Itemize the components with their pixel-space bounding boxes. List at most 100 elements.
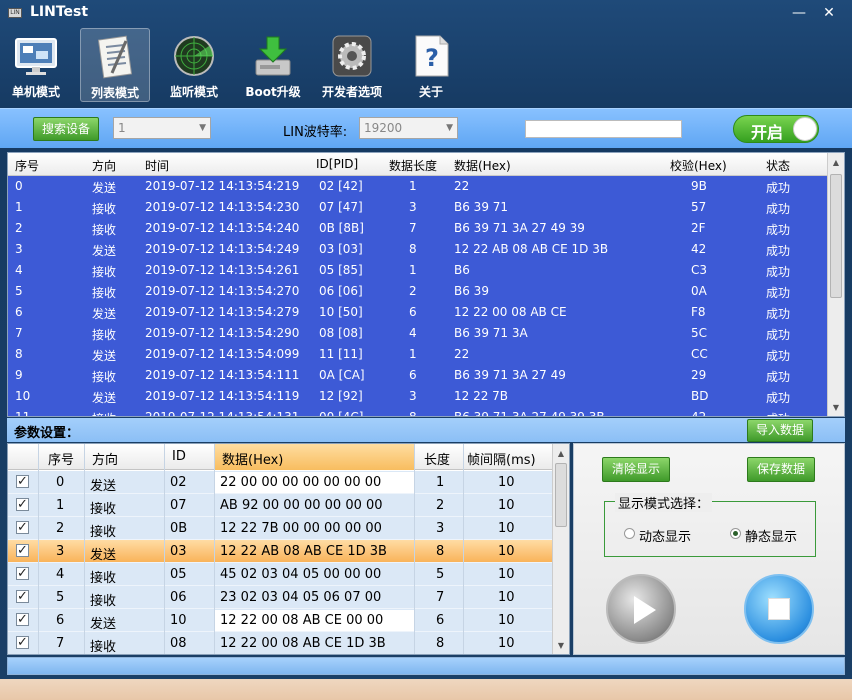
param-row[interactable]: ✓ 6 发送 10 12 22 00 08 AB CE 00 00 6 10 xyxy=(8,609,553,632)
log-row[interactable]: 6 发送 2019-07-12 14:13:54:279 10 [50] 6 12 22 … xyxy=(8,302,828,323)
param-cell-interval[interactable]: 10 xyxy=(498,613,515,628)
save-data-button[interactable]: 保存数据 xyxy=(747,457,815,482)
param-cell-idx[interactable]: 5 xyxy=(56,590,64,605)
param-cell-len[interactable]: 8 xyxy=(436,544,444,559)
param-cell-len[interactable]: 6 xyxy=(436,613,444,628)
param-cell-id[interactable]: 05 xyxy=(170,567,187,582)
minimize-button[interactable]: — xyxy=(788,3,810,23)
param-cell-idx[interactable]: 6 xyxy=(56,613,64,628)
toolbar-developer-options[interactable]: 开发者选项 xyxy=(318,28,386,102)
param-cell-data[interactable]: 45 02 03 04 05 00 00 00 xyxy=(220,567,381,582)
param-cell-interval[interactable]: 10 xyxy=(498,475,515,490)
toolbar-single-mode[interactable]: 单机模式 xyxy=(4,28,68,102)
scroll-up-icon[interactable]: ▲ xyxy=(828,155,844,171)
param-cell-id[interactable]: 03 xyxy=(170,544,187,559)
row-checkbox[interactable]: ✓ xyxy=(16,636,29,649)
param-cell-data[interactable]: 12 22 7B 00 00 00 00 00 xyxy=(220,521,382,536)
param-cell-data[interactable]: 12 22 AB 08 AB CE 1D 3B xyxy=(220,544,387,559)
row-checkbox[interactable]: ✓ xyxy=(16,544,29,557)
row-checkbox[interactable]: ✓ xyxy=(16,475,29,488)
param-row[interactable]: ✓ 4 接收 05 45 02 03 04 05 00 00 00 5 10 xyxy=(8,563,553,586)
baud-rate-select[interactable]: 19200 ▼ xyxy=(359,117,458,139)
param-cell-len[interactable]: 1 xyxy=(436,475,444,490)
param-cell-id[interactable]: 07 xyxy=(170,498,187,513)
scroll-down-icon[interactable]: ▼ xyxy=(828,400,844,416)
column-header[interactable]: 时间 xyxy=(145,157,169,174)
scroll-thumb[interactable] xyxy=(830,174,842,298)
row-checkbox[interactable]: ✓ xyxy=(16,590,29,603)
param-row[interactable]: ✓ 2 接收 0B 12 22 7B 00 00 00 00 00 3 10 xyxy=(8,517,553,540)
param-cell-data[interactable]: 12 22 00 08 AB CE 00 00 xyxy=(220,613,383,628)
param-cell-dir[interactable]: 发送 xyxy=(90,613,116,632)
log-scrollbar[interactable]: ▲ ▼ xyxy=(827,153,844,416)
param-cell-idx[interactable]: 1 xyxy=(56,498,64,513)
column-header[interactable]: 方向 xyxy=(92,449,118,468)
param-cell-idx[interactable]: 2 xyxy=(56,521,64,536)
radio-static-display[interactable]: 静态显示 xyxy=(730,526,797,545)
column-header[interactable]: 序号 xyxy=(15,157,39,174)
row-checkbox[interactable]: ✓ xyxy=(16,521,29,534)
param-cell-len[interactable]: 8 xyxy=(436,636,444,651)
column-header[interactable]: 校验(Hex) xyxy=(670,157,727,174)
param-cell-data[interactable]: 12 22 00 08 AB CE 1D 3B xyxy=(220,636,386,651)
param-scrollbar[interactable]: ▲ ▼ xyxy=(552,444,569,654)
param-cell-idx[interactable]: 0 xyxy=(56,475,64,490)
log-row[interactable]: 2 接收 2019-07-12 14:13:54:240 0B [8B] 7 B6 39 … xyxy=(8,218,828,239)
clear-display-button[interactable]: 清除显示 xyxy=(602,457,670,482)
row-checkbox[interactable]: ✓ xyxy=(16,613,29,626)
param-cell-len[interactable]: 3 xyxy=(436,521,444,536)
column-header[interactable]: 数据(Hex) xyxy=(454,157,511,174)
param-cell-dir[interactable]: 发送 xyxy=(90,544,116,563)
log-row[interactable]: 9 接收 2019-07-12 14:13:54:111 0A [CA] 6 B6 39 … xyxy=(8,365,828,386)
column-header[interactable]: 帧间隔(ms) xyxy=(467,449,536,468)
column-header[interactable]: ID xyxy=(172,449,186,464)
column-header[interactable]: 状态 xyxy=(766,157,790,174)
column-header[interactable]: 方向 xyxy=(92,157,116,174)
search-device-button[interactable]: 搜索设备 xyxy=(33,117,99,141)
toolbar-about[interactable]: ? 关于 xyxy=(402,28,460,102)
param-cell-interval[interactable]: 10 xyxy=(498,498,515,513)
param-cell-interval[interactable]: 10 xyxy=(498,590,515,605)
column-header[interactable]: 长度 xyxy=(424,449,450,468)
stop-button[interactable] xyxy=(744,574,814,644)
open-toggle[interactable]: 开启 xyxy=(733,115,819,143)
param-cell-id[interactable]: 02 xyxy=(170,475,187,490)
param-cell-id[interactable]: 10 xyxy=(170,613,187,628)
param-cell-id[interactable]: 06 xyxy=(170,590,187,605)
param-cell-dir[interactable]: 接收 xyxy=(90,636,116,654)
param-cell-interval[interactable]: 10 xyxy=(498,636,515,651)
toolbar-monitor-mode[interactable]: 监听模式 xyxy=(162,28,226,102)
param-cell-data[interactable]: 23 02 03 04 05 06 07 00 xyxy=(220,590,381,605)
param-cell-idx[interactable]: 3 xyxy=(56,544,64,559)
param-cell-idx[interactable]: 4 xyxy=(56,567,64,582)
log-row[interactable]: 4 接收 2019-07-12 14:13:54:261 05 [85] 1 B6 C3 成功 xyxy=(8,260,828,281)
param-cell-interval[interactable]: 10 xyxy=(498,567,515,582)
column-header[interactable]: ID[PID] xyxy=(316,157,358,171)
scroll-up-icon[interactable]: ▲ xyxy=(553,446,569,462)
column-header[interactable]: 数据(Hex) xyxy=(222,449,283,468)
log-row[interactable]: 11 接收 2019-07-12 14:13:54:131 00 [4C] 8 B6 39… xyxy=(8,407,828,416)
log-row[interactable]: 0 发送 2019-07-12 14:13:54:219 02 [42] 1 22 9B 成功 xyxy=(8,176,828,197)
device-select[interactable]: 1 ▼ xyxy=(113,117,211,139)
param-cell-dir[interactable]: 接收 xyxy=(90,567,116,586)
import-data-button[interactable]: 导入数据 xyxy=(747,419,813,442)
log-row[interactable]: 1 接收 2019-07-12 14:13:54:230 07 [47] 3 B6 39 … xyxy=(8,197,828,218)
param-cell-dir[interactable]: 发送 xyxy=(90,475,116,494)
radio-dynamic-display[interactable]: 动态显示 xyxy=(624,526,691,545)
toolbar-list-mode[interactable]: 列表模式 xyxy=(80,28,150,102)
param-cell-len[interactable]: 5 xyxy=(436,567,444,582)
param-cell-interval[interactable]: 10 xyxy=(498,544,515,559)
row-checkbox[interactable]: ✓ xyxy=(16,567,29,580)
param-cell-id[interactable]: 0B xyxy=(170,521,187,536)
log-row[interactable]: 5 接收 2019-07-12 14:13:54:270 06 [06] 2 B6 39 0… xyxy=(8,281,828,302)
param-row[interactable]: ✓ 7 接收 08 12 22 00 08 AB CE 1D 3B 8 10 xyxy=(8,632,553,654)
log-row[interactable]: 3 发送 2019-07-12 14:13:54:249 03 [03] 8 12 22 … xyxy=(8,239,828,260)
close-button[interactable]: ✕ xyxy=(818,3,840,23)
log-row[interactable]: 8 发送 2019-07-12 14:13:54:099 11 [11] 1 22 CC 成功 xyxy=(8,344,828,365)
scroll-down-icon[interactable]: ▼ xyxy=(553,638,569,654)
param-row[interactable]: ✓ 0 发送 02 22 00 00 00 00 00 00 00 1 10 xyxy=(8,471,553,494)
param-cell-dir[interactable]: 接收 xyxy=(90,498,116,517)
param-cell-idx[interactable]: 7 xyxy=(56,636,64,651)
param-row[interactable]: ✓ 5 接收 06 23 02 03 04 05 06 07 00 7 10 xyxy=(8,586,553,609)
param-cell-data[interactable]: 22 00 00 00 00 00 00 00 xyxy=(220,475,381,490)
